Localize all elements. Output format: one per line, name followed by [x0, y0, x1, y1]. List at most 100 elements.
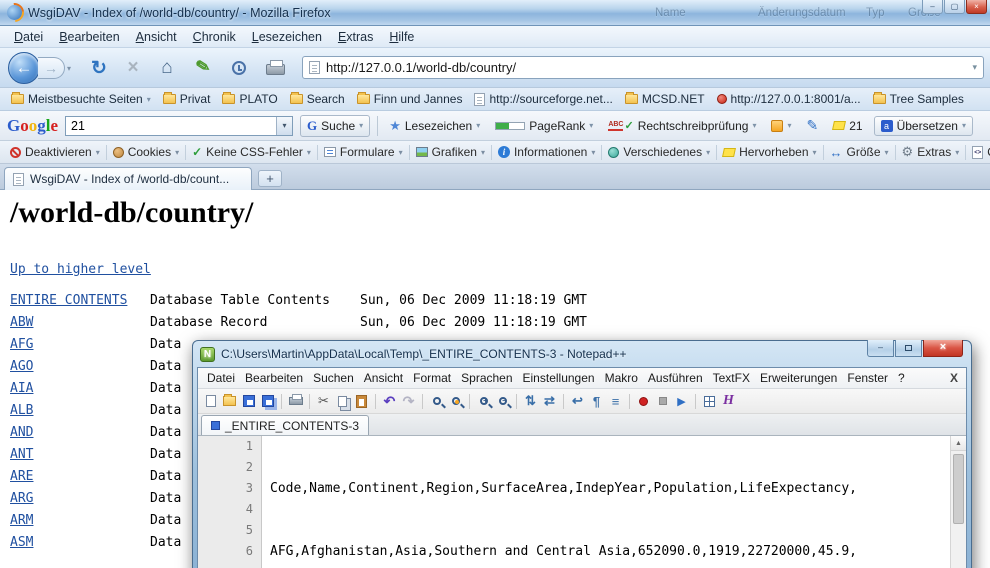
bookmark-finn-und-jannes[interactable]: Finn und Jannes: [351, 90, 469, 108]
npp-menu-sprachen[interactable]: Sprachen: [456, 369, 517, 387]
npp-menu-format[interactable]: Format: [408, 369, 456, 387]
entry-link[interactable]: ASM: [10, 532, 150, 554]
stop-macro-icon[interactable]: [654, 393, 671, 410]
translate-button[interactable]: aÜbersetzen▾: [874, 116, 973, 136]
html-preview-icon[interactable]: H: [720, 393, 737, 410]
npp-menu-fenster[interactable]: Fenster: [842, 369, 893, 387]
undo-icon[interactable]: ↶: [381, 393, 398, 410]
entry-link[interactable]: ALB: [10, 400, 150, 422]
function-list-icon[interactable]: [701, 393, 718, 410]
search-dropdown-icon[interactable]: ▾: [276, 117, 292, 135]
menu-ansicht[interactable]: Ansicht: [128, 28, 185, 46]
webdev-cookies[interactable]: Cookies▾: [107, 143, 185, 161]
entry-link[interactable]: ANT: [10, 444, 150, 466]
webdev-deaktivieren[interactable]: Deaktivieren▾: [4, 143, 106, 161]
webdev-formulare[interactable]: Formulare▾: [318, 143, 409, 161]
entry-link[interactable]: ABW: [10, 312, 150, 334]
scroll-up-icon[interactable]: ▲: [951, 436, 966, 451]
bookmark-meistbesuchte[interactable]: Meistbesuchte Seiten▾: [5, 90, 157, 108]
bookmark-tree-samples[interactable]: Tree Samples: [867, 90, 970, 108]
show-all-characters-icon[interactable]: ¶: [588, 393, 605, 410]
close-button[interactable]: ×: [966, 0, 987, 14]
forward-button[interactable]: →: [38, 57, 65, 79]
print-icon[interactable]: [287, 393, 304, 410]
redo-icon[interactable]: ↷: [400, 393, 417, 410]
url-dropdown-icon[interactable]: ▾: [972, 62, 977, 73]
autofill-button[interactable]: ✎: [802, 115, 822, 136]
sync-horizontal-icon[interactable]: ⇄: [541, 393, 558, 410]
webdev-css[interactable]: ✓Keine CSS-Fehler▾: [186, 143, 317, 161]
editor-area[interactable]: 1 2 3 4 5 6 Code,Name,Continent,Region,S…: [198, 436, 966, 568]
replace-icon[interactable]: [447, 393, 464, 410]
print-icon[interactable]: [266, 64, 285, 75]
entry-link[interactable]: ENTIRE CONTENTS: [10, 290, 150, 312]
npp-menu-erweiterungen[interactable]: Erweiterungen: [755, 369, 842, 387]
webdev-extras[interactable]: ⚙Extras▾: [896, 142, 966, 162]
up-to-higher-level-link[interactable]: Up to higher level: [10, 262, 151, 277]
word-wrap-icon[interactable]: ↩: [569, 393, 586, 410]
google-search-button[interactable]: GSuche▾: [300, 115, 370, 137]
npp-menu-einstellungen[interactable]: Einstellungen: [518, 369, 600, 387]
zoom-out-icon[interactable]: –: [494, 393, 511, 410]
notepadpp-window[interactable]: N C:\Users\Martin\AppData\Local\Temp\_EN…: [192, 340, 972, 568]
play-macro-icon[interactable]: ▶: [673, 393, 690, 410]
maximize-button[interactable]: ▢: [944, 0, 965, 14]
entry-link[interactable]: ARG: [10, 488, 150, 510]
zoom-in-icon[interactable]: +: [475, 393, 492, 410]
npp-menu-ausfuehren[interactable]: Ausführen: [643, 369, 708, 387]
highlight-term-button[interactable]: 21: [829, 117, 866, 135]
new-tab-button[interactable]: +: [258, 170, 282, 187]
close-button[interactable]: ×: [923, 340, 963, 357]
bookmark-plato[interactable]: PLATO: [216, 90, 283, 108]
entry-link[interactable]: ARE: [10, 466, 150, 488]
google-bookmarks-button[interactable]: ★Lesezeichen▾: [385, 116, 484, 136]
url-input[interactable]: [326, 60, 966, 75]
entry-link[interactable]: AND: [10, 422, 150, 444]
back-button[interactable]: ←: [8, 52, 40, 84]
npp-menu-makro[interactable]: Makro: [600, 369, 643, 387]
cut-icon[interactable]: ✂: [315, 393, 332, 410]
find-icon[interactable]: [428, 393, 445, 410]
code-text[interactable]: Code,Name,Continent,Region,SurfaceArea,I…: [262, 436, 966, 568]
spellcheck-button[interactable]: ABC✓Rechtschreibprüfung▾: [604, 117, 760, 135]
reload-icon[interactable]: ↻: [88, 57, 110, 80]
scrollbar-thumb[interactable]: [953, 454, 964, 524]
notepadpp-titlebar[interactable]: N C:\Users\Martin\AppData\Local\Temp\_EN…: [197, 341, 967, 367]
entry-link[interactable]: ARM: [10, 510, 150, 532]
menu-datei[interactable]: Datei: [6, 28, 51, 46]
sync-vertical-icon[interactable]: ⇅: [522, 393, 539, 410]
npp-menu-suchen[interactable]: Suchen: [308, 369, 359, 387]
paste-icon[interactable]: [353, 393, 370, 410]
save-all-icon[interactable]: [259, 393, 276, 410]
feather-icon[interactable]: ✎: [190, 55, 216, 79]
bookmark-localhost-8001[interactable]: http://127.0.0.1:8001/a...: [711, 90, 867, 108]
bookmark-search[interactable]: Search: [284, 90, 351, 108]
entry-link[interactable]: AIA: [10, 378, 150, 400]
home-icon[interactable]: ⌂: [156, 57, 178, 79]
npp-menu-help[interactable]: ?: [893, 369, 910, 387]
menu-lesezeichen[interactable]: Lesezeichen: [244, 28, 330, 46]
webdev-grafiken[interactable]: Grafiken▾: [410, 143, 491, 161]
open-file-icon[interactable]: [221, 393, 238, 410]
maximize-button[interactable]: [895, 340, 922, 357]
webdev-hervorheben[interactable]: Hervorheben▾: [717, 143, 822, 161]
entry-link[interactable]: AFG: [10, 334, 150, 356]
tab-wsgidav[interactable]: WsgiDAV - Index of /world-db/count...: [4, 167, 252, 190]
document-tab[interactable]: _ENTIRE_CONTENTS-3: [201, 415, 369, 435]
webdev-verschiedenes[interactable]: Verschiedenes▾: [602, 143, 716, 161]
menu-chronik[interactable]: Chronik: [185, 28, 244, 46]
entry-link[interactable]: AGO: [10, 356, 150, 378]
toolbar-extra-button[interactable]: ▾: [767, 118, 795, 134]
npp-menu-bearbeiten[interactable]: Bearbeiten: [240, 369, 308, 387]
stop-icon[interactable]: ×: [122, 57, 144, 79]
npp-menu-textfx[interactable]: TextFX: [708, 369, 755, 387]
pagerank-indicator[interactable]: PageRank▾: [491, 117, 597, 135]
bookmark-sourceforge[interactable]: http://sourceforge.net...: [468, 90, 618, 108]
history-dropdown-icon[interactable]: ▾: [67, 64, 71, 73]
google-search-box[interactable]: ▾: [65, 116, 293, 136]
minimize-button[interactable]: –: [922, 0, 943, 14]
bookmark-privat[interactable]: Privat: [157, 90, 217, 108]
bookmark-mcsd[interactable]: MCSD.NET: [619, 90, 711, 108]
vertical-scrollbar[interactable]: ▲: [950, 436, 966, 568]
new-file-icon[interactable]: [202, 393, 219, 410]
